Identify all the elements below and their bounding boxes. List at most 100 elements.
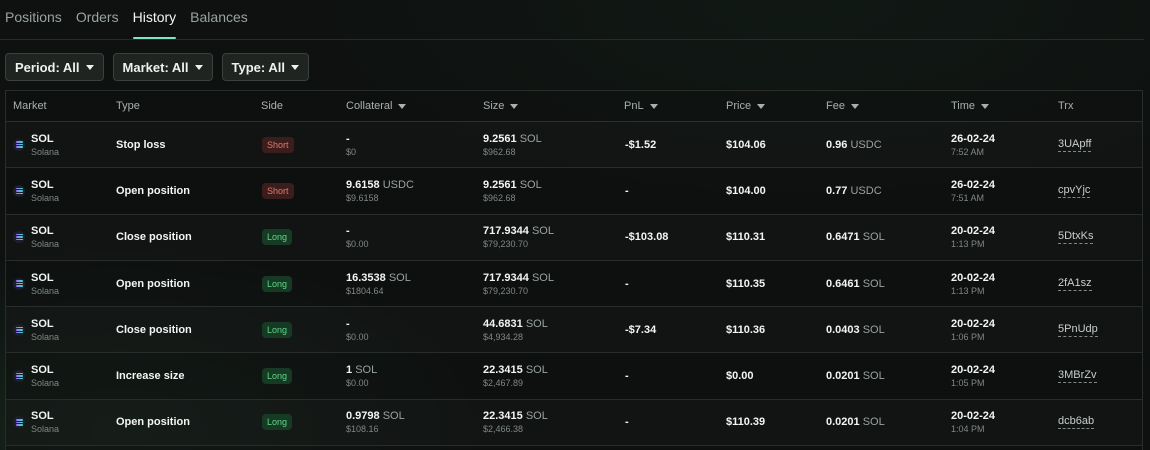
column-header-collateral[interactable]: Collateral [346,100,407,112]
type-filter-dropdown[interactable]: Type: All [221,53,309,81]
order-type: Close position [116,231,192,244]
size-cell: 44.6831 SOL $4,934.28 [483,307,548,352]
time-cell: 20-02-24 1:13 PM [951,215,995,260]
side-cell: Long [262,261,293,306]
size-amount: 717.9344 [483,271,529,284]
market-symbol: SOL [31,410,54,423]
fee-unit: USDC [850,138,882,151]
table-row[interactable]: SOL Solana Open position Long 16.3538 SO… [6,261,1142,308]
sort-icon [398,103,407,109]
pnl-cell: - [625,168,629,213]
sort-icon [981,103,990,109]
size-cell: 9.2561 SOL $962.68 [483,122,542,167]
column-header-side: Side [261,100,284,112]
tab-balances[interactable]: Balances [190,0,248,39]
tab-history[interactable]: History [132,0,176,39]
market-cell: SOL Solana [13,215,59,260]
transaction-link[interactable]: 5DtxKs [1058,230,1094,245]
table-row[interactable]: SOL Solana Stop loss Short - $0 9.2561 S… [6,122,1142,169]
price-cell: $0.00 [726,353,754,398]
market-filter-dropdown[interactable]: Market: All [112,53,213,81]
size-amount: 717.9344 [483,225,529,238]
side-cell: Short [262,168,294,213]
table-row[interactable]: SOL Solana Open position Long 0.9798 SOL… [6,400,1142,447]
solana-icon [13,184,25,197]
sort-icon [757,103,766,109]
history-table: Market Type Side Collateral Size PnL Pri… [5,90,1143,450]
column-header-pnl[interactable]: PnL [624,100,658,112]
column-header-market: Market [13,100,47,112]
fee-cell: 0.6461 SOL [826,261,885,306]
transaction-link[interactable]: 3UApff [1058,138,1092,152]
market-name: Solana [31,378,60,389]
period-filter-dropdown[interactable]: Period: All [5,53,104,81]
size-usd: $2,467.89 [483,378,524,389]
pnl-cell: -$7.34 [625,307,656,352]
transaction-link[interactable]: cpvYjc [1058,184,1091,198]
table-row[interactable]: SOL Solana Close position Long - $0.00 7… [6,215,1142,261]
filter-bar: Period: All Market: All Type: All [5,53,309,81]
time-cell: 26-02-24 7:52 AM [951,122,995,167]
order-type: Stop loss [116,138,166,151]
time-cell: 20-02-24 1:05 PM [951,353,995,398]
market-cell: SOL Solana [13,168,59,213]
transaction-link[interactable]: 3MBrZv [1058,369,1097,384]
date-value: 20-02-24 [951,317,996,330]
price-cell: $110.36 [726,307,765,352]
type-cell: Close position [116,307,192,352]
time-value: 1:05 PM [951,378,985,389]
size-amount: 22.3415 [483,364,523,377]
side-badge: Long [262,368,293,385]
table-row[interactable]: SOL Solana Open position Short 9.6158 US… [6,168,1142,215]
tab-orders[interactable]: Orders [76,0,119,39]
fee-unit: SOL [862,416,885,429]
time-cell: 20-02-24 1:06 PM [951,307,995,352]
collateral-amount: - [346,317,350,330]
size-usd: $79,230.70 [483,285,529,296]
collateral-amount: 1 [346,364,353,377]
date-value: 26-02-24 [951,132,996,145]
market-symbol: SOL [31,271,54,284]
price-value: $110.31 [726,231,766,244]
type-cell: Open position [116,400,190,445]
tab-positions[interactable]: Positions [5,0,62,39]
price-cell: $104.00 [726,168,766,213]
fee-unit: SOL [862,277,885,290]
type-cell: Open position [116,168,190,213]
size-amount: 44.6831 [483,317,523,330]
market-name: Solana [31,285,60,296]
market-symbol: SOL [31,178,54,191]
column-header-time[interactable]: Time [951,100,990,112]
column-header-price[interactable]: Price [726,100,766,112]
market-filter-label: Market: All [122,59,189,75]
fee-amount: 0.0201 [826,416,860,429]
fee-amount: 0.77 [826,184,848,197]
collateral-cell: 0.9798 SOL $108.16 [346,400,405,445]
pnl-cell: -$103.08 [625,215,668,260]
collateral-unit: SOL [355,364,378,377]
time-value: 1:13 PM [951,239,985,250]
fee-unit: SOL [862,370,885,383]
collateral-usd: $0 [346,146,357,157]
transaction-link[interactable]: dcb6ab [1058,415,1095,430]
transaction-link[interactable]: 5PnUdp [1058,323,1098,337]
column-header-size[interactable]: Size [483,100,519,112]
table-row[interactable]: SOL Solana Close position Long - $0.00 4… [6,307,1142,354]
tabs-divider [0,39,1144,40]
type-cell: Increase size [116,353,185,398]
market-cell: SOL Solana [13,400,59,445]
sort-icon [510,103,519,109]
fee-cell: 0.77 USDC [826,168,882,213]
side-badge: Long [262,229,293,246]
order-type: Open position [116,416,190,429]
side-cell: Long [262,307,293,352]
column-header-fee[interactable]: Fee [826,100,859,112]
transaction-link[interactable]: 2fA1sz [1058,277,1092,291]
price-cell: $110.39 [726,400,765,445]
table-row[interactable]: SOL Solana Increase size Long 1 SOL $0.0… [6,353,1142,400]
trx-cell: 2fA1sz [1058,261,1092,306]
collateral-usd: $0.00 [346,378,369,389]
pnl-cell: -$1.52 [625,122,656,167]
sort-icon [850,103,859,109]
time-cell: 20-02-24 1:04 PM [951,400,995,445]
